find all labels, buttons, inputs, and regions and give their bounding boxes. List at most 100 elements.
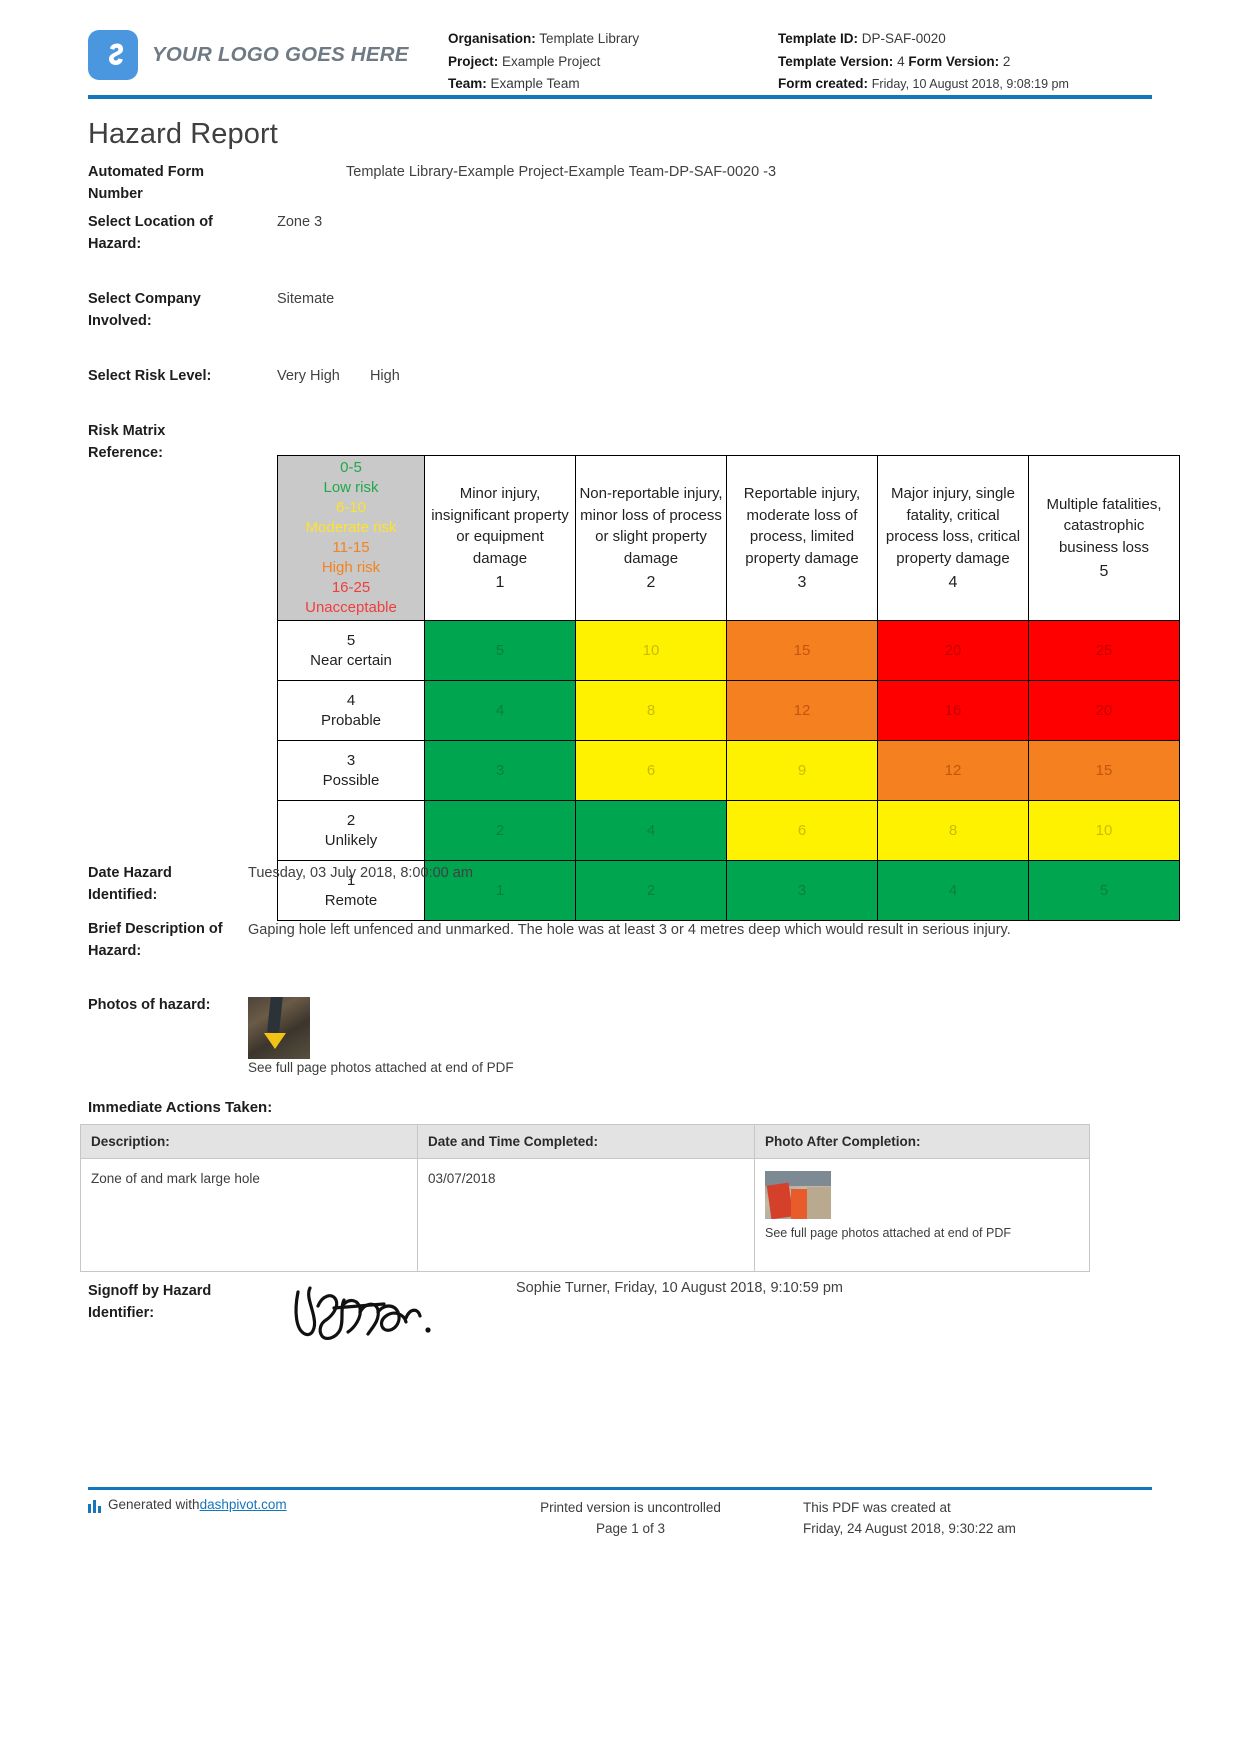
risk-level-value-1: Very High <box>277 368 340 384</box>
matrix-column-header: Multiple fatalities, catastrophic busine… <box>1028 455 1180 621</box>
column-number: 4 <box>948 574 958 591</box>
hazard-photo-note: See full page photos attached at end of … <box>248 1060 514 1075</box>
column-text: Multiple fatalities, catastrophic busine… <box>1046 495 1162 556</box>
meta-form-created-label: Form created: <box>778 76 869 91</box>
immediate-actions-table: Description: Date and Time Completed: Ph… <box>80 1124 1090 1272</box>
row-number: 4 <box>346 691 356 709</box>
matrix-cell: 15 <box>726 620 878 681</box>
meta-project: Project: Example Project <box>448 51 778 74</box>
footer-generated-prefix: Generated with <box>108 1497 200 1512</box>
meta-form-version-label: Form Version: <box>908 53 1000 69</box>
row-name: Possible <box>322 771 380 789</box>
matrix-cell: 9 <box>726 740 878 801</box>
footer-divider <box>88 1487 1152 1490</box>
matrix-cell: 8 <box>877 800 1029 861</box>
column-text: Major injury, single fatality, critical … <box>885 485 1021 567</box>
logo-text: YOUR LOGO GOES HERE <box>152 43 409 66</box>
meta-template-id: Template ID: DP-SAF-0020 <box>778 28 1069 51</box>
footer-created-label: This PDF was created at <box>803 1500 951 1515</box>
risk-matrix-table: 0-5 Low risk 6-10 Moderate risk 11-15 Hi… <box>277 455 1180 921</box>
meta-organisation: Organisation: Template Library <box>448 28 778 51</box>
matrix-row-header: 3 Possible <box>277 740 425 801</box>
matrix-cell: 4 <box>424 680 576 741</box>
header-divider <box>88 95 1152 99</box>
matrix-cell: 6 <box>726 800 878 861</box>
risk-matrix: 0-5 Low risk 6-10 Moderate risk 11-15 Hi… <box>277 455 1180 921</box>
meta-form-version-value: 2 <box>1002 53 1011 69</box>
meta-template-version-value: 4 <box>897 53 905 69</box>
legend-high-range: 11-15 <box>332 539 370 556</box>
field-value: Tuesday, 03 July 2018, 8:00:00 am <box>248 865 473 881</box>
completion-photo-note: See full page photos attached at end of … <box>765 1226 1012 1240</box>
hazard-report-page: YOUR LOGO GOES HERE Organisation: Templa… <box>0 0 1240 1754</box>
photo-ground-shape <box>807 1187 831 1219</box>
matrix-column-header: Major injury, single fatality, critical … <box>877 455 1029 621</box>
completion-photo-thumbnail[interactable] <box>765 1171 831 1219</box>
matrix-legend-cell: 0-5 Low risk 6-10 Moderate risk 11-15 Hi… <box>277 455 425 621</box>
field-value: Sitemate <box>277 291 335 307</box>
footer-right: This PDF was created at Friday, 24 Augus… <box>803 1497 1152 1539</box>
risk-level-value-2: High <box>369 368 400 384</box>
meta-team: Team: Example Team <box>448 73 778 96</box>
matrix-cell: 8 <box>575 680 727 741</box>
legend-unacceptable-range: 16-25 <box>331 579 371 596</box>
photo-marker-shape <box>264 1033 286 1049</box>
matrix-cell: 20 <box>877 620 1029 681</box>
matrix-cell: 4 <box>575 800 727 861</box>
matrix-cell: 15 <box>1028 740 1180 801</box>
row-number: 5 <box>346 631 356 649</box>
sitemate-logo-icon <box>88 30 138 80</box>
cell-description: Zone of and mark large hole <box>80 1158 418 1272</box>
hazard-photo-thumbnail[interactable] <box>248 997 310 1059</box>
dashpivot-link[interactable]: dashpivot.com <box>200 1497 287 1512</box>
signature-dot <box>425 1327 431 1333</box>
column-text: Minor injury, insignificant property or … <box>431 485 569 567</box>
column-number: 1 <box>495 574 505 591</box>
matrix-column-header: Non-reportable injury, minor loss of pro… <box>575 455 727 621</box>
field-label: Select Company Involved: <box>88 291 201 329</box>
matrix-cell: 2 <box>575 860 727 921</box>
matrix-cell: 25 <box>1028 620 1180 681</box>
matrix-cell: 3 <box>726 860 878 921</box>
field-label: Select Location of Hazard: <box>88 214 213 252</box>
legend-low-range: 0-5 <box>340 459 362 476</box>
photo-cone-shape <box>791 1189 807 1219</box>
matrix-cell: 12 <box>726 680 878 741</box>
handwritten-signature-icon <box>294 1286 431 1341</box>
document-footer: Generated with dashpivot.com Printed ver… <box>88 1497 1152 1539</box>
row-name: Probable <box>320 711 382 729</box>
footer-generated: Generated with dashpivot.com <box>88 1497 458 1539</box>
matrix-cell: 2 <box>424 800 576 861</box>
logo-block: YOUR LOGO GOES HERE <box>88 22 448 80</box>
field-label: Select Risk Level: <box>88 368 212 384</box>
field-label: Date Hazard Identified: <box>88 865 172 903</box>
column-header-date-completed: Date and Time Completed: <box>417 1124 755 1159</box>
cell-date-completed: 03/07/2018 <box>417 1158 755 1272</box>
matrix-cell: 4 <box>877 860 1029 921</box>
table-header-row: Description: Date and Time Completed: Ph… <box>80 1124 1090 1159</box>
meta-template-id-label: Template ID: <box>778 31 859 46</box>
signoff-label: Signoff by Hazard Identifier: <box>88 1283 212 1321</box>
matrix-cell: 6 <box>575 740 727 801</box>
meta-team-label: Team: <box>448 76 487 91</box>
meta-project-label: Project: <box>448 53 499 69</box>
meta-template-version-label: Template Version: <box>778 53 894 69</box>
matrix-row-header: 2 Unlikely <box>277 800 425 861</box>
field-value: Gaping hole left unfenced and unmarked. … <box>248 922 1011 938</box>
photo-trench-shape <box>267 997 283 1034</box>
meta-form-created-value: Friday, 10 August 2018, 9:08:19 pm <box>871 77 1069 91</box>
matrix-column-header: Minor injury, insignificant property or … <box>424 455 576 621</box>
matrix-cell: 5 <box>424 620 576 681</box>
meta-template-id-value: DP-SAF-0020 <box>861 31 946 46</box>
matrix-cell: 12 <box>877 740 1029 801</box>
header-meta-left: Organisation: Template Library Project: … <box>448 22 778 96</box>
legend-moderate-label: Moderate risk <box>305 519 397 536</box>
legend-moderate-range: 6-10 <box>335 499 367 516</box>
column-header-description: Description: <box>80 1124 418 1159</box>
meta-team-value: Example Team <box>490 76 580 91</box>
signoff-value: Sophie Turner, Friday, 10 August 2018, 9… <box>516 1280 844 1296</box>
matrix-row: 3 Possible 3 6 9 12 15 <box>277 740 1180 801</box>
field-value: Template Library-Example Project-Example… <box>346 164 777 180</box>
immediate-actions-title: Immediate Actions Taken: <box>88 1099 273 1116</box>
meta-versions: Template Version: 4 Form Version: 2 <box>778 51 1069 74</box>
